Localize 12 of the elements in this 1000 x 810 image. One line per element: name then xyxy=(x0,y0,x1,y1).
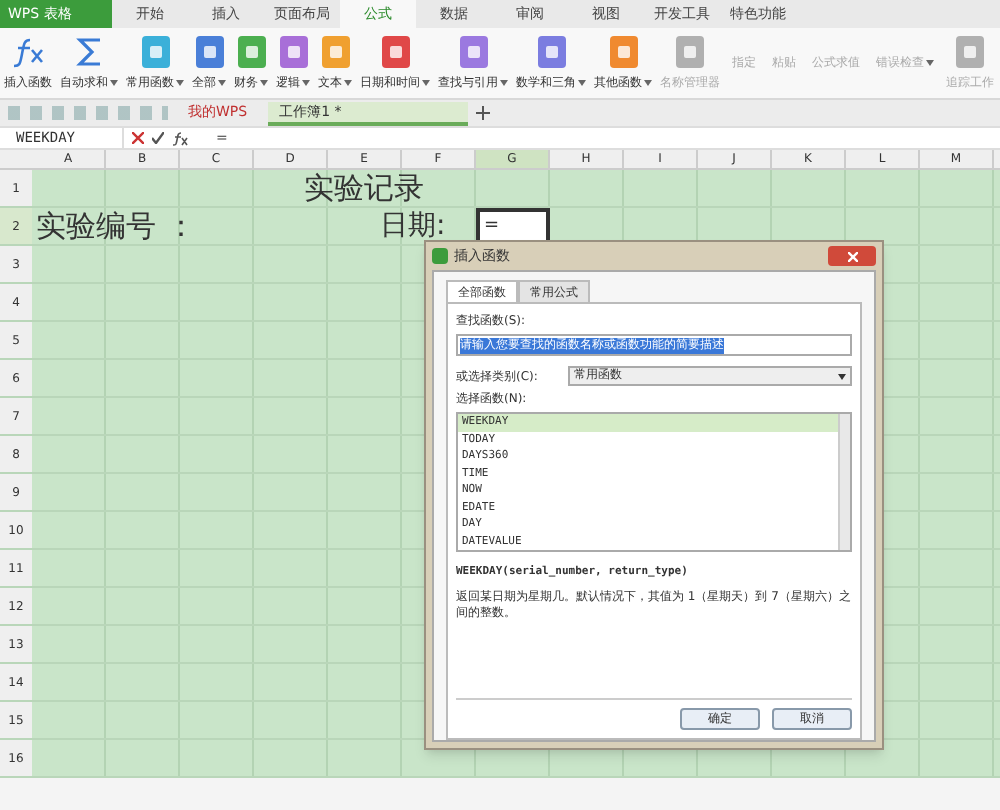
scrollbar[interactable] xyxy=(838,414,850,550)
cancel-icon[interactable] xyxy=(132,132,144,144)
number-label-text: 实验编号 ： xyxy=(36,208,196,246)
caret-icon xyxy=(838,373,846,379)
date-label-text: 日期: xyxy=(380,208,446,246)
close-icon xyxy=(847,251,857,261)
add-tab-icon[interactable] xyxy=(475,106,490,120)
fx-icon[interactable] xyxy=(172,131,188,145)
app-logo-icon xyxy=(432,248,448,264)
sheet-title-text: 实验记录 xyxy=(304,170,424,208)
close-button[interactable] xyxy=(828,246,876,266)
check-icon[interactable] xyxy=(152,132,164,144)
